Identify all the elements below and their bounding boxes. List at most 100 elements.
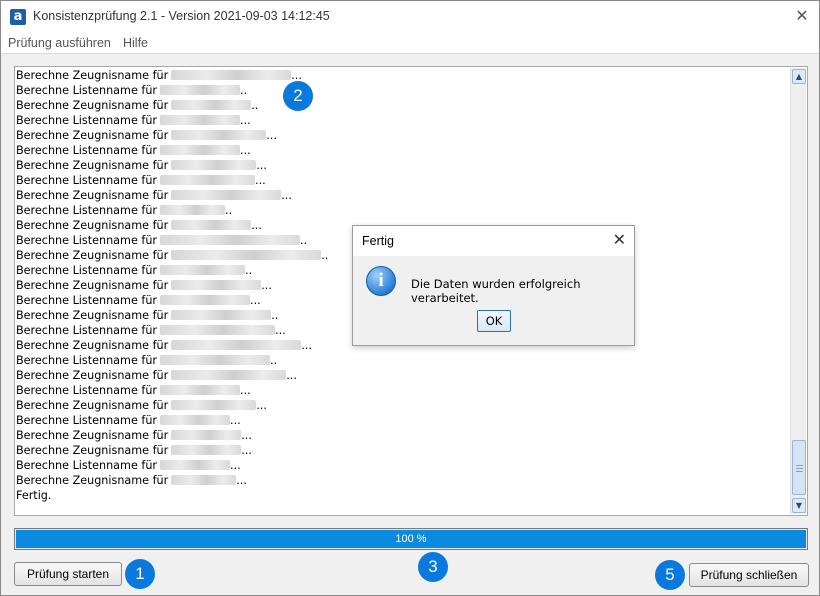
log-line: Berechne Zeugnisname für...: [16, 473, 790, 488]
log-line-suffix: ...: [286, 369, 297, 382]
redacted-name: [160, 115, 241, 125]
log-line-text: Berechne Zeugnisname für: [16, 219, 169, 232]
log-line-suffix: ...: [255, 174, 266, 187]
redacted-name: [171, 475, 237, 485]
menu-item-pruefung-ausfuehren[interactable]: Prüfung ausführen: [8, 36, 111, 50]
redacted-name: [171, 190, 282, 200]
log-line-text: Berechne Zeugnisname für: [16, 474, 169, 487]
log-line-suffix: ...: [256, 159, 267, 172]
log-line-suffix: ..: [270, 354, 278, 367]
log-line-text: Berechne Listenname für: [16, 294, 158, 307]
log-final-line: Fertig.: [16, 489, 52, 502]
log-line-text: Berechne Listenname für: [16, 144, 158, 157]
log-line-text: Berechne Listenname für: [16, 84, 158, 97]
menu-item-hilfe[interactable]: Hilfe: [123, 36, 148, 50]
log-line-suffix: ...: [266, 129, 277, 142]
log-line: Berechne Listenname für...: [16, 173, 790, 188]
log-line: Berechne Zeugnisname für...: [16, 443, 790, 458]
log-line-text: Berechne Zeugnisname für: [16, 159, 169, 172]
log-line-suffix: ...: [275, 324, 286, 337]
log-line-suffix: ...: [230, 414, 241, 427]
redacted-name: [160, 265, 246, 275]
redacted-name: [160, 355, 271, 365]
log-line-suffix: ...: [236, 474, 247, 487]
log-line-suffix: ...: [230, 459, 241, 472]
log-line-text: Berechne Listenname für: [16, 204, 158, 217]
log-line-suffix: ...: [250, 294, 261, 307]
log-line: Berechne Listenname für...: [16, 458, 790, 473]
log-line-text: Berechne Listenname für: [16, 459, 158, 472]
log-line-text: Berechne Zeugnisname für: [16, 69, 169, 82]
log-line-suffix: ..: [300, 234, 308, 247]
log-line-text: Berechne Zeugnisname für: [16, 399, 169, 412]
log-line-suffix: ...: [240, 384, 251, 397]
window-close-icon[interactable]: ✕: [793, 7, 811, 25]
log-line-suffix: ...: [301, 339, 312, 352]
redacted-name: [160, 235, 301, 245]
log-line-suffix: ...: [261, 279, 272, 292]
log-line-suffix: ...: [241, 429, 252, 442]
log-line: Berechne Zeugnisname für...: [16, 398, 790, 413]
log-line-text: Berechne Listenname für: [16, 114, 158, 127]
scroll-up-icon[interactable]: ▲: [792, 69, 806, 84]
log-line-text: Berechne Listenname für: [16, 174, 158, 187]
vertical-scrollbar[interactable]: ▲ ▼: [790, 68, 806, 514]
log-line: Berechne Listenname für...: [16, 113, 790, 128]
callout-badge-1: 1: [125, 559, 155, 589]
progress-label: 100 %: [395, 533, 427, 545]
log-line-text: Berechne Zeugnisname für: [16, 249, 169, 262]
log-line-text: Berechne Listenname für: [16, 324, 158, 337]
callout-badge-2: 2: [283, 81, 313, 111]
redacted-name: [171, 70, 292, 80]
dialog-close-icon[interactable]: ✕: [613, 231, 626, 249]
redacted-name: [160, 85, 241, 95]
log-line: Berechne Zeugnisname für...: [16, 128, 790, 143]
redacted-name: [160, 325, 276, 335]
redacted-name: [171, 370, 287, 380]
redacted-name: [171, 160, 257, 170]
redacted-name: [160, 460, 231, 470]
redacted-name: [160, 205, 226, 215]
log-line-text: Berechne Zeugnisname für: [16, 429, 169, 442]
log-line-suffix: ..: [225, 204, 233, 217]
start-check-button[interactable]: Prüfung starten: [14, 562, 122, 586]
log-line: Berechne Zeugnisname für...: [16, 158, 790, 173]
title-bar: a Konsistenzprüfung 2.1 - Version 2021-0…: [1, 1, 819, 32]
redacted-name: [171, 250, 322, 260]
redacted-name: [171, 430, 242, 440]
menu-bar: Prüfung ausführen Hilfe: [1, 32, 819, 54]
dialog-title-bar: Fertig ✕: [353, 226, 634, 256]
log-line-text: Berechne Zeugnisname für: [16, 279, 169, 292]
log-line-suffix: ..: [251, 99, 259, 112]
log-line-text: Berechne Listenname für: [16, 384, 158, 397]
dialog-message: Die Daten wurden erfolgreich verarbeitet…: [411, 277, 581, 305]
ok-button[interactable]: OK: [477, 310, 511, 332]
redacted-name: [160, 295, 251, 305]
log-line: Berechne Zeugnisname für...: [16, 68, 790, 83]
callout-badge-3: 3: [418, 552, 448, 582]
log-line-text: Berechne Zeugnisname für: [16, 369, 169, 382]
log-line-text: Berechne Zeugnisname für: [16, 444, 169, 457]
log-line-text: Berechne Zeugnisname für: [16, 99, 169, 112]
log-line: Berechne Listenname für...: [16, 383, 790, 398]
progress-bar: 100 %: [14, 528, 808, 550]
log-line-text: Berechne Listenname für: [16, 234, 158, 247]
log-line-suffix: ..: [271, 309, 279, 322]
redacted-name: [171, 100, 252, 110]
app-logo-icon: a: [10, 9, 26, 25]
log-line: Berechne Zeugnisname für...: [16, 188, 790, 203]
log-line-text: Berechne Zeugnisname für: [16, 129, 169, 142]
scroll-thumb[interactable]: [792, 440, 806, 495]
info-icon: i: [366, 266, 396, 296]
close-check-button[interactable]: Prüfung schließen: [689, 563, 809, 587]
log-line-suffix: ...: [251, 219, 262, 232]
log-line: Berechne Listenname für...: [16, 413, 790, 428]
log-line: Berechne Listenname für..: [16, 353, 790, 368]
redacted-name: [171, 340, 302, 350]
redacted-name: [160, 145, 241, 155]
log-line-suffix: ...: [241, 444, 252, 457]
scroll-down-icon[interactable]: ▼: [792, 498, 806, 513]
callout-badge-5: 5: [655, 560, 685, 590]
redacted-name: [171, 220, 252, 230]
redacted-name: [160, 385, 241, 395]
